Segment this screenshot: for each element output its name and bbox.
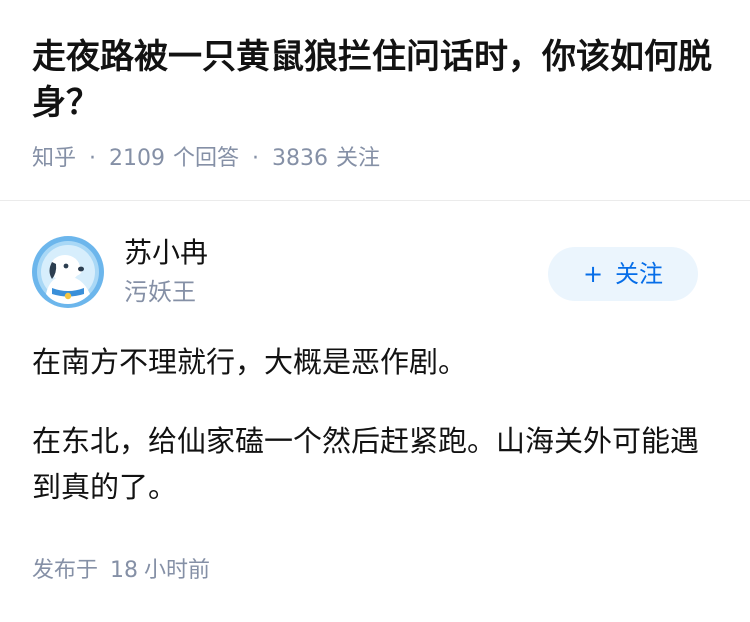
publish-time: 发布于 18 小时前 xyxy=(32,555,210,587)
meta-separator: · xyxy=(252,146,260,171)
answer-content: 在南方不理就行，大概是恶作剧。 在东北，给仙家磕一个然后赶紧跑。山海关外可能遇到… xyxy=(32,339,722,543)
answer-page: 走夜路被一只黄鼠狼拦住问话时，你该如何脱身？ 知乎 · 2109 个回答 · 3836 关注… xyxy=(0,0,750,622)
plus-icon: + xyxy=(582,260,604,288)
publish-time-value: 18 xyxy=(110,558,139,583)
question-header: 走夜路被一只黄鼠狼拦住问话时，你该如何脱身？ 知乎 · 2109 个回答 · 3836 关注 xyxy=(0,0,750,201)
follow-count: 3836 xyxy=(272,146,329,171)
publish-time-suffix: 小时前 xyxy=(144,558,211,583)
question-title[interactable]: 走夜路被一只黄鼠狼拦住问话时，你该如何脱身？ xyxy=(32,34,722,126)
cartoon-dog-avatar-icon xyxy=(32,236,104,308)
publish-time-prefix: 发布于 xyxy=(32,558,99,583)
answer-paragraph: 在南方不理就行，大概是恶作剧。 xyxy=(32,345,468,379)
author-name[interactable]: 苏小冉 xyxy=(124,234,208,272)
meta-separator: · xyxy=(89,146,97,171)
answer-count-label: 个回答 xyxy=(173,146,240,171)
avatar[interactable] xyxy=(32,236,104,308)
follow-button-label: 关注 xyxy=(615,260,664,288)
follow-button[interactable]: + 关注 xyxy=(548,247,698,301)
author-bio: 污妖王 xyxy=(124,278,196,306)
question-meta: 知乎 · 2109 个回答 · 3836 关注 xyxy=(32,143,380,175)
follow-count-label: 关注 xyxy=(336,146,381,171)
answer-count: 2109 xyxy=(109,146,166,171)
site-name[interactable]: 知乎 xyxy=(32,146,76,171)
answer-paragraph: 在东北，给仙家磕一个然后赶紧跑。山海关外可能遇到真的了。 xyxy=(32,424,700,504)
